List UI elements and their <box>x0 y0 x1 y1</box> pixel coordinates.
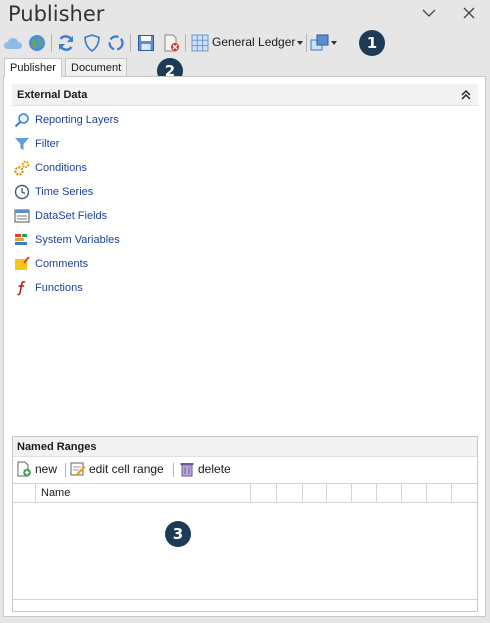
publisher-panel: External Data Reporting Layers Filter Co… <box>3 76 486 617</box>
sync-icon[interactable] <box>106 33 126 53</box>
window-title: Publisher <box>8 2 105 26</box>
named-ranges-header: Named Ranges <box>13 437 477 457</box>
edit-icon <box>70 461 86 477</box>
item-label: DataSet Fields <box>35 210 108 222</box>
globe-icon[interactable] <box>27 33 47 53</box>
toolbar-separator <box>51 34 52 52</box>
named-ranges-grid-header: Name <box>13 483 477 503</box>
chevron-down-icon[interactable] <box>297 41 303 45</box>
gears-icon <box>14 160 30 176</box>
section-title: Named Ranges <box>17 441 97 453</box>
column-divider <box>426 484 427 502</box>
save-icon[interactable] <box>136 33 156 53</box>
column-divider <box>326 484 327 502</box>
add-window-icon[interactable] <box>310 33 330 53</box>
trash-icon <box>179 461 195 477</box>
toolbar-separator <box>185 34 186 52</box>
button-label: new <box>35 462 58 476</box>
external-data-item-dataset-fields[interactable]: DataSet Fields <box>14 207 107 225</box>
clock-icon <box>14 184 30 200</box>
new-document-icon <box>16 461 32 477</box>
toolbar-separator <box>130 34 131 52</box>
comment-icon <box>14 256 30 272</box>
item-label: Comments <box>35 258 89 270</box>
column-divider <box>302 484 303 502</box>
column-header-name[interactable]: Name <box>41 487 70 499</box>
column-divider <box>451 484 452 502</box>
refresh-icon[interactable] <box>56 33 76 53</box>
grid-icon[interactable] <box>190 33 210 53</box>
item-label: Time Series <box>35 186 94 198</box>
item-label: Reporting Layers <box>35 114 119 126</box>
external-data-header[interactable]: External Data <box>12 84 478 106</box>
delete-range-button[interactable]: delete <box>179 461 231 477</box>
delete-document-icon[interactable] <box>161 33 181 53</box>
named-ranges-toolbar: new edit cell range delete <box>13 457 477 481</box>
title-bar: Publisher <box>0 0 490 30</box>
collapse-icon[interactable] <box>460 89 472 101</box>
column-divider <box>401 484 402 502</box>
magnifier-icon <box>14 112 30 128</box>
shield-icon[interactable] <box>82 33 102 53</box>
callout-badge: 1 <box>359 30 385 56</box>
external-data-item-time-series[interactable]: Time Series <box>14 183 93 201</box>
external-data-item-filter[interactable]: Filter <box>14 135 59 153</box>
external-data-item-system-variables[interactable]: System Variables <box>14 231 120 249</box>
column-divider <box>250 484 251 502</box>
edit-cell-range-button[interactable]: edit cell range <box>70 461 164 477</box>
column-divider <box>351 484 352 502</box>
column-divider <box>35 484 36 502</box>
tab-publisher[interactable]: Publisher <box>4 58 62 77</box>
section-title: External Data <box>17 89 88 101</box>
external-data-item-comments[interactable]: Comments <box>14 255 88 273</box>
chevron-down-icon[interactable] <box>331 41 337 45</box>
named-ranges-section: Named Ranges new edit cell range delete … <box>12 436 478 612</box>
close-icon[interactable] <box>455 2 483 24</box>
chevron-down-icon[interactable] <box>415 2 443 24</box>
item-label: Functions <box>35 282 83 294</box>
button-label: delete <box>198 462 231 476</box>
item-label: System Variables <box>35 234 120 246</box>
callout-badge: 3 <box>165 521 191 547</box>
ledger-dropdown[interactable]: General Ledger <box>212 35 295 49</box>
funnel-icon <box>14 136 30 152</box>
cloud-icon[interactable] <box>3 33 23 53</box>
item-label: Filter <box>35 138 60 150</box>
external-data-item-conditions[interactable]: Conditions <box>14 159 87 177</box>
toolbar-separator <box>306 34 307 52</box>
toolbar-separator <box>65 463 66 477</box>
external-data-item-functions[interactable]: Functions <box>14 279 83 297</box>
toolbar-separator <box>173 463 174 477</box>
item-label: Conditions <box>35 162 87 174</box>
variables-icon <box>14 232 30 248</box>
column-divider <box>376 484 377 502</box>
dataset-icon <box>14 208 30 224</box>
column-divider <box>276 484 277 502</box>
main-toolbar: General Ledger <box>0 30 490 56</box>
grid-footer-line <box>13 599 477 600</box>
tab-document[interactable]: Document <box>65 58 128 76</box>
function-icon <box>14 280 30 296</box>
new-range-button[interactable]: new <box>16 461 57 477</box>
button-label: edit cell range <box>89 462 164 476</box>
external-data-item-reporting-layers[interactable]: Reporting Layers <box>14 111 119 129</box>
